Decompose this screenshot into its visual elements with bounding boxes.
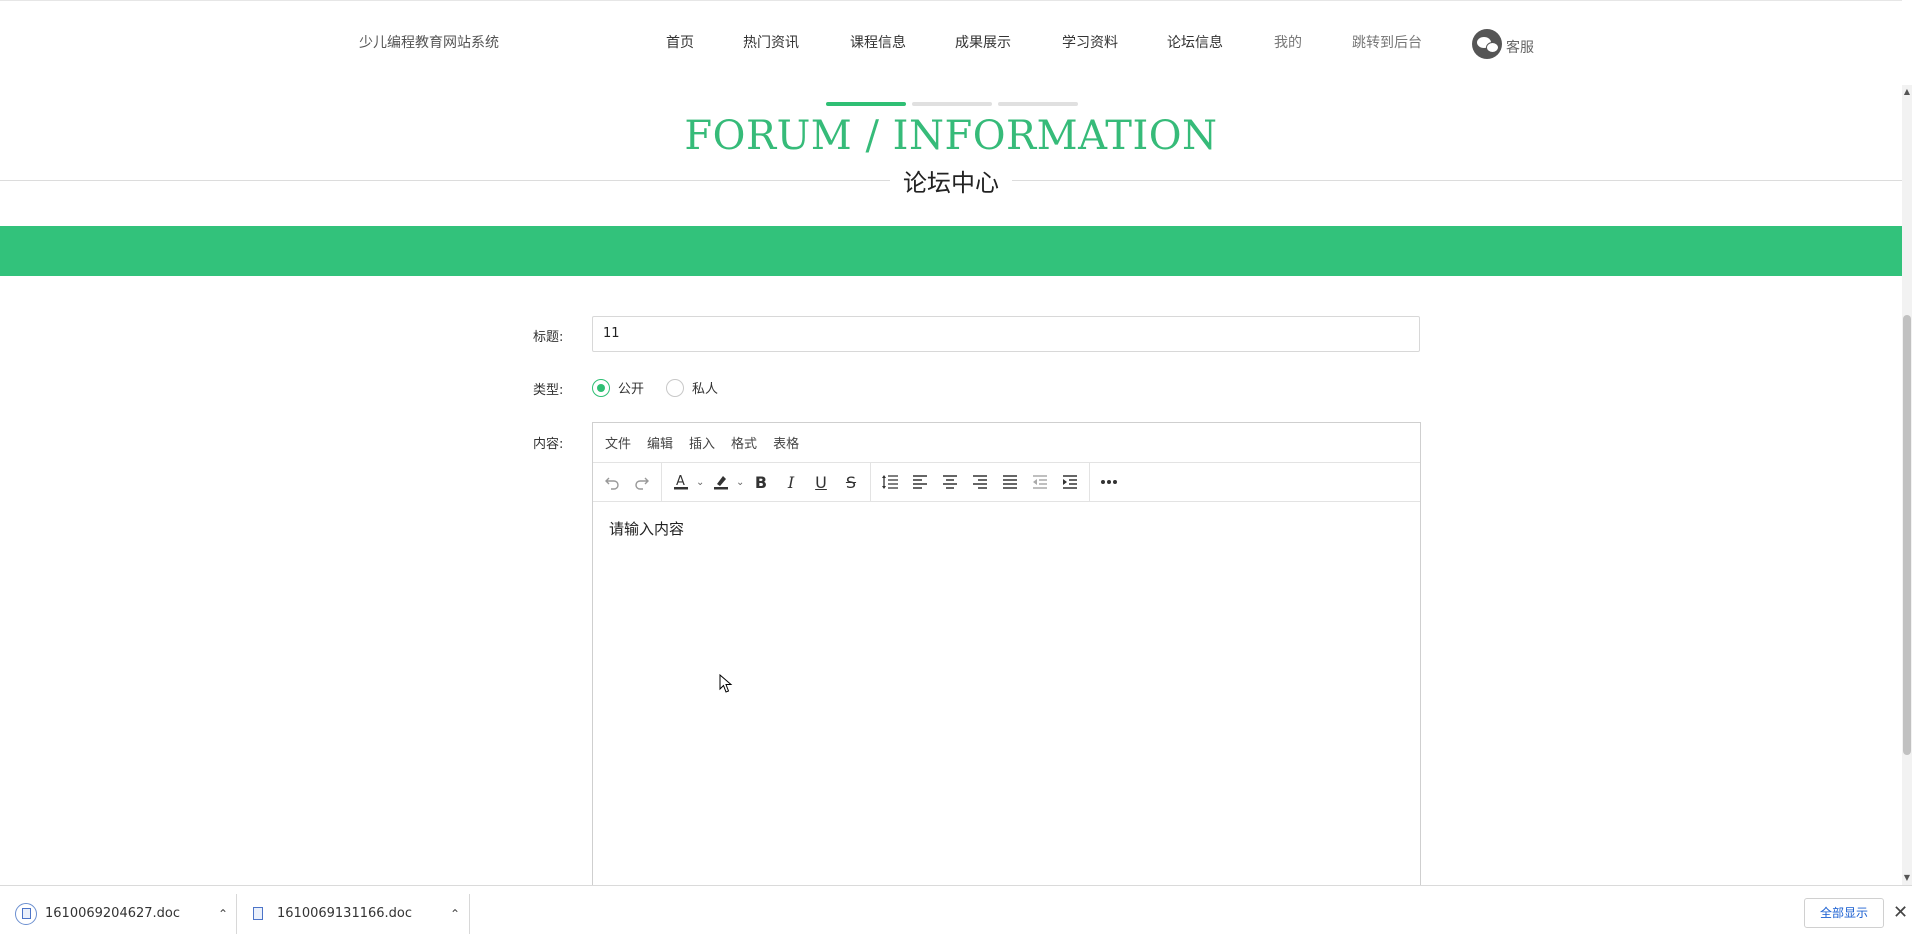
top-navbar: 少儿编程教育网站系统 首页 热门资讯 课程信息 成果展示 学习资料 论坛信息 我… <box>0 0 1902 86</box>
indicator-bar-active <box>826 102 906 106</box>
radio-public[interactable]: 公开 <box>592 378 644 397</box>
svg-text:A: A <box>676 474 685 489</box>
highlight-dropdown-icon[interactable]: ⌄ <box>736 477 746 488</box>
indent-icon[interactable] <box>1055 467 1085 497</box>
nav-item-admin[interactable]: 跳转到后台 <box>1352 32 1422 52</box>
document-icon <box>253 907 277 920</box>
indicator-bar <box>998 102 1078 106</box>
download-divider <box>469 894 470 934</box>
title-input[interactable]: 11 <box>592 316 1420 352</box>
align-center-icon[interactable] <box>935 467 965 497</box>
undo-icon[interactable] <box>597 467 627 497</box>
customer-service-label: 客服 <box>1506 40 1534 56</box>
download-item[interactable]: 1610069204627.doc ⌃ <box>15 886 228 941</box>
downloads-bar: 1610069204627.doc ⌃ 1610069131166.doc ⌃ … <box>0 885 1912 941</box>
editor-toolbar: A ⌄ ⌄ B I U S <box>593 463 1420 502</box>
download-file-name: 1610069131166.doc <box>277 906 413 921</box>
chevron-up-icon[interactable]: ⌃ <box>450 907 460 921</box>
customer-service[interactable]: 客服 <box>1472 27 1534 59</box>
download-divider <box>236 894 237 934</box>
menu-file[interactable]: 文件 <box>605 433 631 452</box>
radio-checked-icon[interactable] <box>592 378 610 397</box>
page-subtitle: 论坛中心 <box>890 163 1012 198</box>
redo-icon[interactable] <box>627 467 657 497</box>
align-left-icon[interactable] <box>905 467 935 497</box>
line-height-icon[interactable] <box>875 467 905 497</box>
italic-icon[interactable]: I <box>776 467 806 497</box>
type-label: 类型: <box>533 383 564 398</box>
toolbar-separator <box>661 463 662 501</box>
scroll-up-icon[interactable]: ▲ <box>1902 85 1912 99</box>
more-icon[interactable] <box>1094 467 1124 497</box>
toolbar-separator <box>870 463 871 501</box>
underline-icon[interactable]: U <box>806 467 836 497</box>
text-color-dropdown-icon[interactable]: ⌄ <box>696 477 706 488</box>
nav-item-mine[interactable]: 我的 <box>1274 32 1302 52</box>
menu-edit[interactable]: 编辑 <box>647 433 673 452</box>
nav-item-forum[interactable]: 论坛信息 <box>1167 32 1223 52</box>
nav-item-courses[interactable]: 课程信息 <box>850 32 906 52</box>
nav-item-home[interactable]: 首页 <box>666 32 694 52</box>
download-item[interactable]: 1610069131166.doc ⌃ <box>253 886 460 941</box>
section-indicator <box>826 102 1078 106</box>
text-color-icon[interactable]: A <box>666 467 696 497</box>
content-label: 内容: <box>533 437 564 452</box>
align-right-icon[interactable] <box>965 467 995 497</box>
main-nav: 首页 热门资讯 课程信息 成果展示 学习资料 论坛信息 我的 跳转到后台 <box>0 32 1902 56</box>
highlight-color-icon[interactable] <box>706 467 736 497</box>
rich-text-editor: 文件 编辑 插入 格式 表格 A ⌄ ⌄ B I U S 请输入内容 <box>592 422 1421 892</box>
editor-content-area[interactable]: 请输入内容 <box>593 502 1420 555</box>
page-title: FORUM / INFORMATION <box>684 113 1218 159</box>
title-label: 标题: <box>533 330 564 345</box>
editor-placeholder: 请输入内容 <box>609 520 685 538</box>
nav-item-achievements[interactable]: 成果展示 <box>955 32 1011 52</box>
radio-private[interactable]: 私人 <box>666 378 718 397</box>
toolbar-separator <box>1089 463 1090 501</box>
download-file-name: 1610069204627.doc <box>45 906 181 921</box>
menu-insert[interactable]: 插入 <box>689 433 715 452</box>
align-justify-icon[interactable] <box>995 467 1025 497</box>
bold-icon[interactable]: B <box>746 467 776 497</box>
radio-public-label: 公开 <box>618 382 645 397</box>
wechat-icon <box>1472 29 1502 59</box>
chevron-up-icon[interactable]: ⌃ <box>218 907 228 921</box>
scroll-thumb[interactable] <box>1903 315 1911 755</box>
document-icon <box>15 902 37 925</box>
type-radio-group: 公开 私人 <box>592 378 740 397</box>
green-banner <box>0 226 1902 276</box>
mouse-pointer-icon <box>719 673 733 698</box>
editor-menubar: 文件 编辑 插入 格式 表格 <box>593 423 1420 463</box>
nav-item-hot-news[interactable]: 热门资讯 <box>743 32 799 52</box>
radio-private-label: 私人 <box>692 382 719 397</box>
nav-item-learning-materials[interactable]: 学习资料 <box>1062 32 1118 52</box>
show-all-button[interactable]: 全部显示 <box>1804 898 1884 928</box>
strikethrough-icon[interactable]: S <box>836 467 866 497</box>
page-scrollbar[interactable]: ▲ ▼ <box>1902 85 1912 885</box>
menu-format[interactable]: 格式 <box>731 433 757 452</box>
close-icon[interactable]: ✕ <box>1893 902 1908 923</box>
scroll-down-icon[interactable]: ▼ <box>1902 871 1912 885</box>
outdent-icon[interactable] <box>1025 467 1055 497</box>
radio-unchecked-icon[interactable] <box>666 378 685 397</box>
menu-table[interactable]: 表格 <box>773 433 799 452</box>
indicator-bar <box>912 102 992 106</box>
